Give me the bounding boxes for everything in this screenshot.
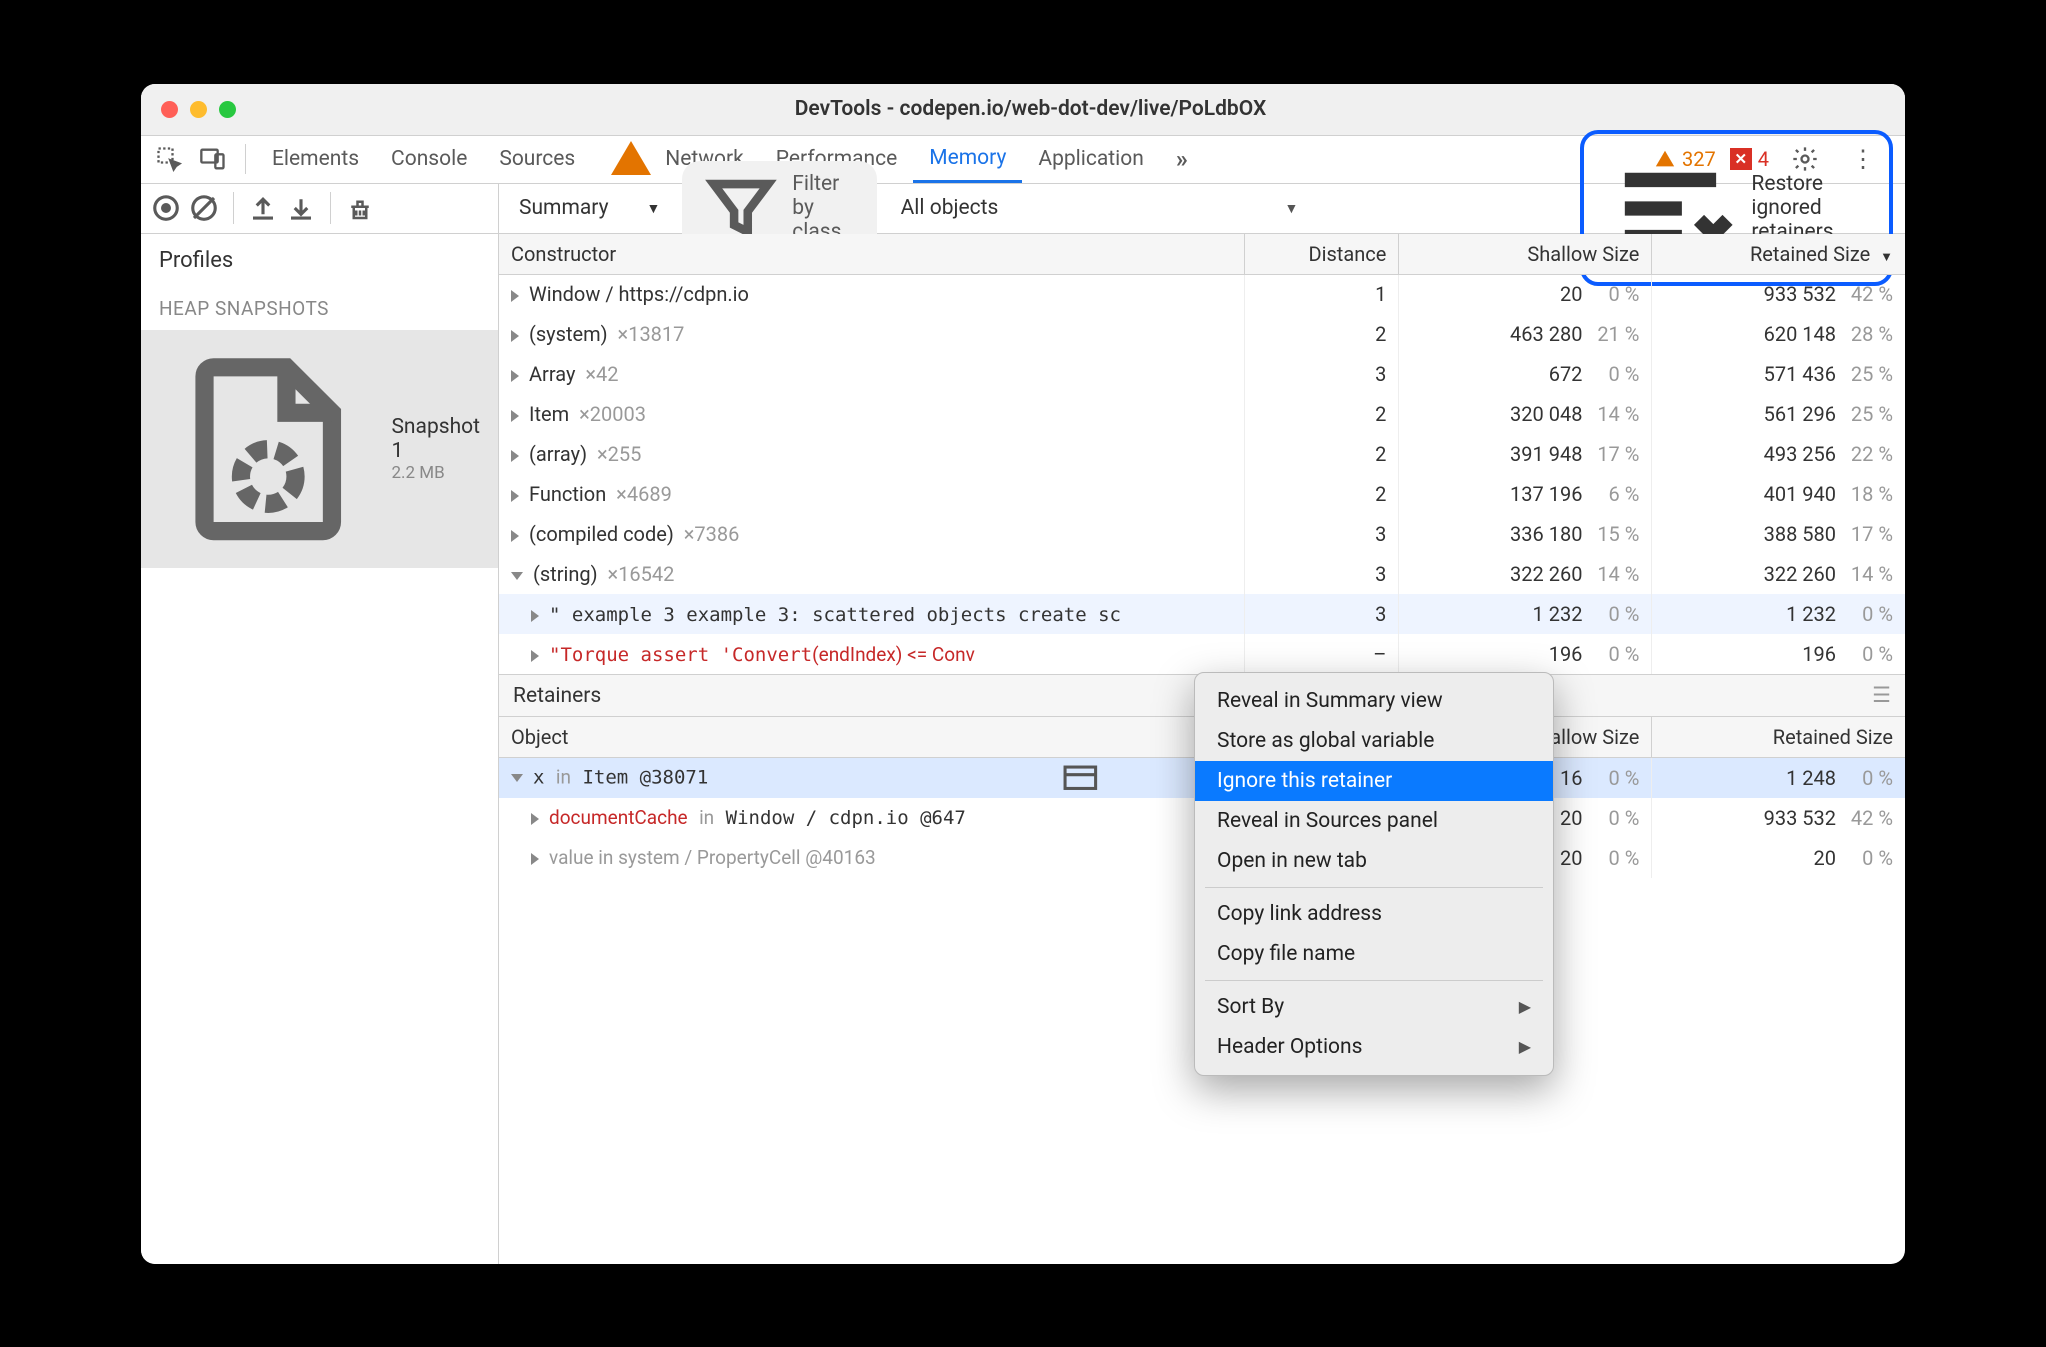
menu-item[interactable]: Open in new tab [1195,841,1553,881]
rcol-object[interactable]: Object [499,717,1244,758]
main-content: Constructor Distance Shallow Size Retain… [499,234,1905,1264]
clear-icon[interactable] [189,193,219,223]
titlebar: DevTools - codepen.io/web-dot-dev/live/P… [141,84,1905,136]
gc-icon[interactable] [345,193,375,223]
close-button[interactable] [161,101,178,118]
menu-item[interactable]: Reveal in Sources panel [1195,801,1553,841]
table-row[interactable]: Function ×46892137 196 6 %401 940 18 % [499,474,1905,514]
window-title: DevTools - codepen.io/web-dot-dev/live/P… [236,97,1885,121]
heap-snapshots-section-label: HEAP SNAPSHOTS [141,287,498,330]
table-row[interactable]: (system) ×138172463 280 21 %620 148 28 % [499,314,1905,354]
table-row[interactable]: (array) ×2552391 948 17 %493 256 22 % [499,434,1905,474]
tab-elements[interactable]: Elements [256,135,375,183]
chevron-down-icon[interactable]: ▼ [1284,200,1304,217]
menu-item[interactable]: Ignore this retainer [1195,761,1553,801]
traffic-lights [161,101,236,118]
menu-item[interactable]: Reveal in Summary view [1195,681,1553,721]
table-row[interactable]: Array ×423672 0 %571 436 25 % [499,354,1905,394]
table-row[interactable]: (string) ×165423322 260 14 %322 260 14 % [499,554,1905,594]
tab-console[interactable]: Console [375,135,483,183]
memory-toolbar: Summary ▼ Filter by class All objects ▼ … [141,184,1905,234]
menu-item[interactable]: Header Options▶ [1195,1027,1553,1067]
view-dropdown[interactable]: Summary ▼ [511,192,668,224]
menu-item[interactable]: Sort By▶ [1195,987,1553,1027]
rcol-retained[interactable]: Retained Size [1652,717,1905,758]
col-constructor[interactable]: Constructor [499,234,1244,275]
maximize-button[interactable] [219,101,236,118]
table-row[interactable]: Item ×200032320 048 14 %561 296 25 % [499,394,1905,434]
table-row[interactable]: Window / https://cdpn.io 120 0 %933 532 … [499,274,1905,314]
inspect-icon[interactable] [155,145,183,173]
download-icon[interactable] [286,193,316,223]
minimize-button[interactable] [190,101,207,118]
hamburger-icon[interactable]: ☰ [1872,683,1891,708]
upload-icon[interactable] [248,193,278,223]
snapshot-item[interactable]: Snapshot 1 2.2 MB [141,330,498,568]
snapshot-size: 2.2 MB [391,463,480,483]
context-menu: Reveal in Summary viewStore as global va… [1194,672,1554,1076]
col-retained[interactable]: Retained Size ▼ [1652,234,1905,275]
menu-item[interactable]: Copy link address [1195,894,1553,934]
menu-item[interactable]: Copy file name [1195,934,1553,974]
constructors-table: Constructor Distance Shallow Size Retain… [499,234,1905,675]
col-shallow[interactable]: Shallow Size [1399,234,1652,275]
table-row[interactable]: " example 3 example 3: scattered objects… [499,594,1905,634]
object-filter-dropdown[interactable]: All objects [891,196,1009,220]
record-icon[interactable] [151,193,181,223]
profiles-sidebar: Profiles HEAP SNAPSHOTS Snapshot 1 2.2 M… [141,234,499,1264]
profiles-header: Profiles [141,234,498,287]
table-row[interactable]: "Torque assert 'Convert(endIndex) <= Con… [499,634,1905,674]
col-distance[interactable]: Distance [1244,234,1399,275]
device-icon[interactable] [199,145,227,173]
menu-item[interactable]: Store as global variable [1195,721,1553,761]
devtools-window: DevTools - codepen.io/web-dot-dev/live/P… [141,84,1905,1264]
table-row[interactable]: (compiled code) ×73863336 180 15 %388 58… [499,514,1905,554]
snapshot-name: Snapshot 1 [391,415,480,463]
